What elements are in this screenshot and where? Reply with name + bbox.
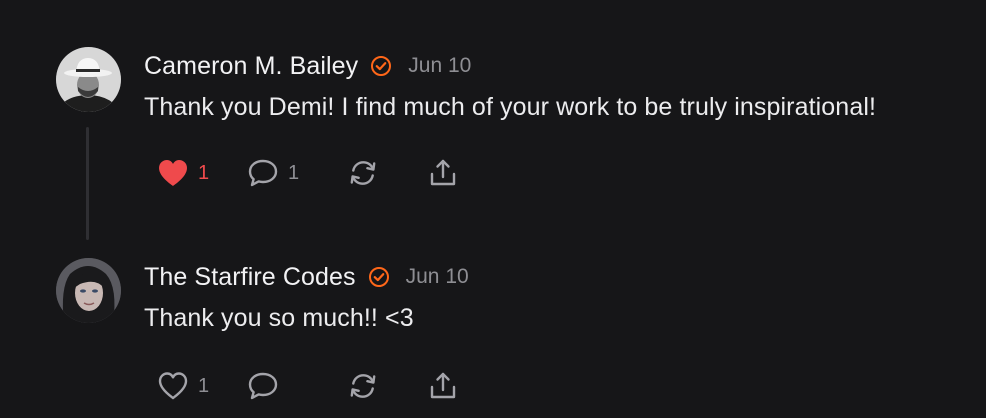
restack-icon [346,158,380,188]
avatar[interactable] [56,47,121,112]
comment-icon [246,371,280,401]
author-name[interactable]: Cameron M. Bailey [144,52,358,81]
comment-actions: 1 [156,366,460,406]
verified-badge-icon [370,55,392,77]
share-icon [426,371,460,401]
restack-icon [346,371,380,401]
verified-badge-icon [368,266,390,288]
like-count: 1 [198,374,210,397]
like-button[interactable]: 1 [156,158,246,188]
share-icon [426,158,460,188]
reply-button[interactable]: 1 [246,158,346,188]
comment-header: Cameron M. Bailey Jun 10 [144,49,471,83]
heart-icon [156,371,190,401]
comment-header: The Starfire Codes Jun 10 [144,260,469,294]
avatar[interactable] [56,258,121,323]
like-count: 1 [198,161,210,184]
heart-icon [156,158,190,188]
share-button[interactable] [426,158,460,188]
comment-text: Thank you Demi! I find much of your work… [144,93,877,121]
comment-icon [246,158,280,188]
like-button[interactable]: 1 [156,371,246,401]
avatar-image [56,258,121,323]
avatar-image [56,47,121,112]
share-button[interactable] [426,371,460,401]
author-name[interactable]: The Starfire Codes [144,263,356,292]
thread-connector-line [86,127,89,240]
reply-button[interactable] [246,371,346,401]
comment-actions: 1 1 [156,153,460,193]
comment-date[interactable]: Jun 10 [408,54,471,78]
reply-count: 1 [288,161,300,184]
comment-date[interactable]: Jun 10 [406,265,469,289]
restack-button[interactable] [346,371,426,401]
comment-text: Thank you so much!! <3 [144,304,414,332]
restack-button[interactable] [346,158,426,188]
